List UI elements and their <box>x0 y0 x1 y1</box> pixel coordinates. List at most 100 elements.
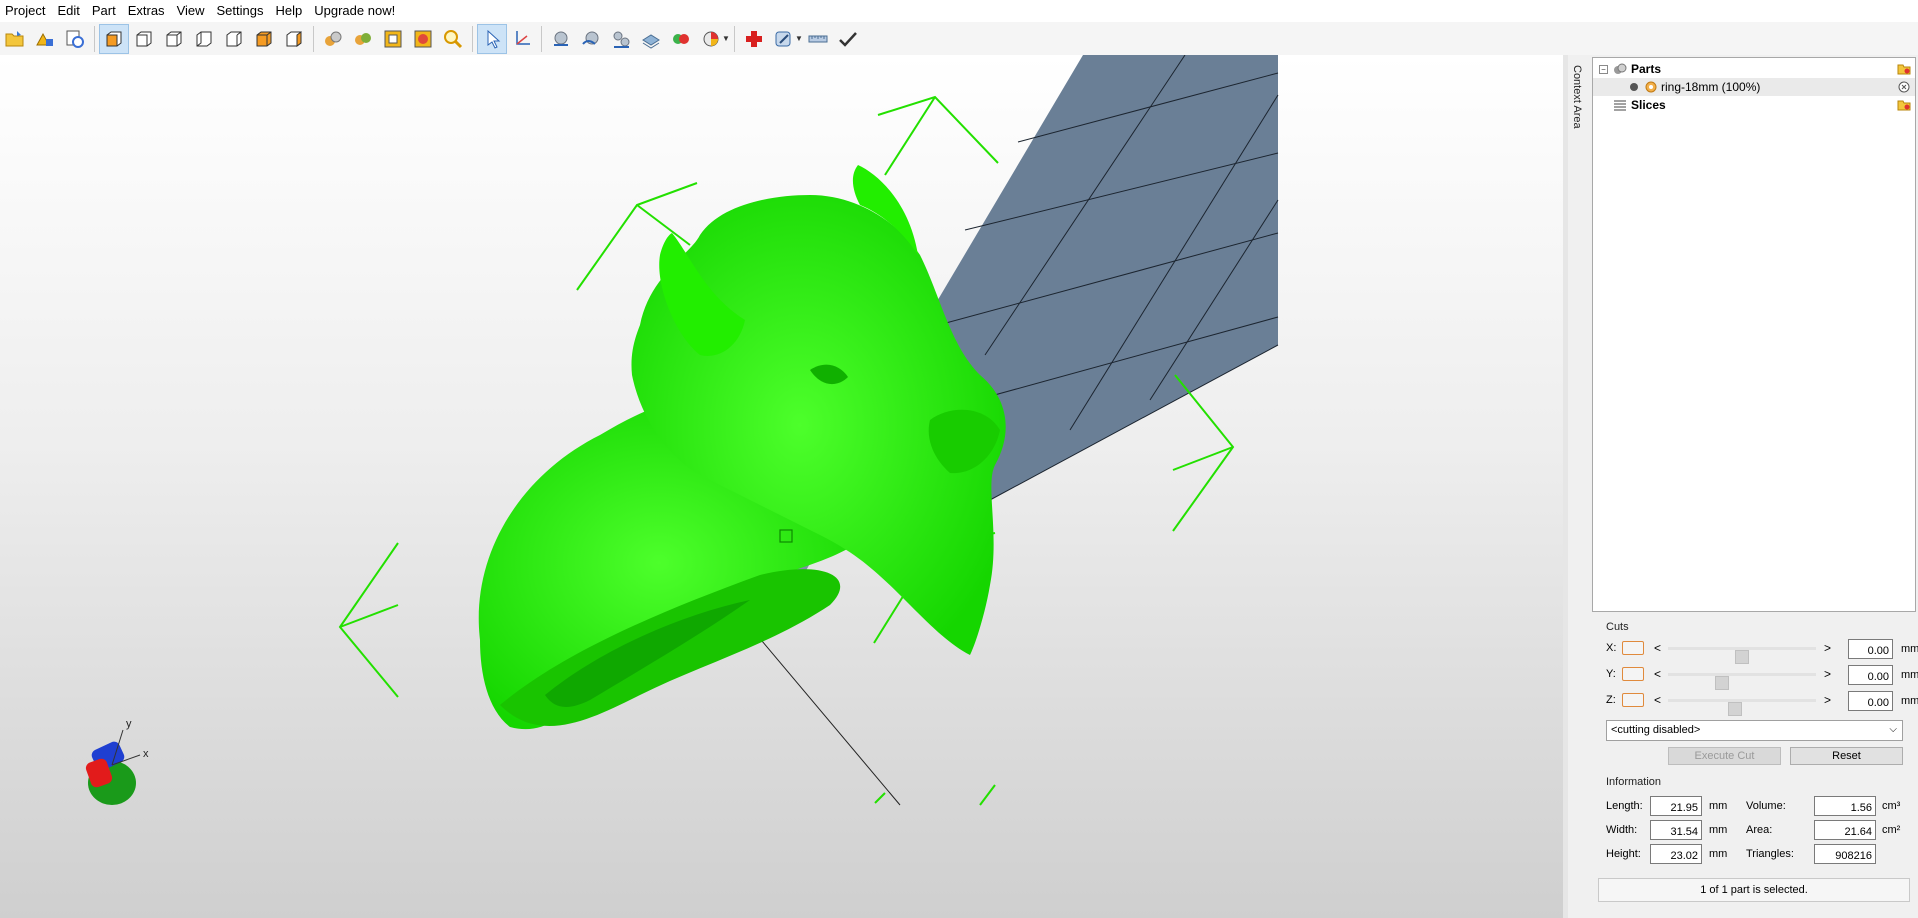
menu-extras[interactable]: Extras <box>122 0 171 22</box>
measure-button[interactable] <box>606 24 636 54</box>
add-part-icon <box>36 32 53 46</box>
volume-field[interactable] <box>1814 796 1876 816</box>
reset-button[interactable]: Reset <box>1790 747 1903 765</box>
cut-x-increase[interactable]: > <box>1824 641 1831 655</box>
add-part-button[interactable] <box>30 24 60 54</box>
cut-mode-value: <cutting disabled> <box>1611 724 1701 736</box>
checkmark-button[interactable] <box>833 24 863 54</box>
area-unit: cm² <box>1882 824 1901 836</box>
slider-handle[interactable] <box>1715 676 1729 690</box>
context-area-tab[interactable]: Context Area <box>1568 55 1591 918</box>
wizard-dropdown[interactable]: ▼ <box>795 24 803 54</box>
view-3d-button[interactable] <box>99 23 129 54</box>
part-sphere-button[interactable] <box>546 24 576 54</box>
cut-y-decrease[interactable]: < <box>1654 667 1661 681</box>
width-field[interactable] <box>1650 820 1702 840</box>
menu-project[interactable]: Project <box>0 0 51 22</box>
cut-x-toggle[interactable] <box>1622 641 1644 655</box>
cut-z-toggle[interactable] <box>1622 693 1644 707</box>
menu-view[interactable]: View <box>171 0 211 22</box>
zoom-button[interactable] <box>438 24 468 54</box>
fabbproject-icon <box>66 30 84 48</box>
cut-axis-label: X: <box>1606 642 1617 654</box>
information-title: Information <box>1606 776 1662 788</box>
mode-overlay-icon <box>414 30 432 47</box>
menu-settings[interactable]: Settings <box>211 0 270 22</box>
render-mode-button[interactable] <box>318 24 348 54</box>
cut-y-slider[interactable] <box>1668 673 1816 690</box>
cut-z-decrease[interactable]: < <box>1654 693 1661 707</box>
ruler-button[interactable] <box>803 24 833 54</box>
add-cross-button[interactable] <box>739 24 769 54</box>
view-front-button[interactable] <box>129 24 159 54</box>
view-back-button[interactable] <box>159 24 189 54</box>
length-field[interactable] <box>1650 796 1702 816</box>
layer-button[interactable] <box>636 24 666 54</box>
layer-icon <box>642 33 660 49</box>
select-tool-button[interactable] <box>477 23 507 54</box>
triangles-field[interactable] <box>1814 844 1876 864</box>
cut-z-slider[interactable] <box>1668 699 1816 716</box>
slices-folder-icon[interactable] <box>1897 99 1911 111</box>
volume-unit: cm³ <box>1882 800 1901 812</box>
view-left-button[interactable] <box>189 24 219 54</box>
move-axis-button[interactable] <box>507 24 537 54</box>
cut-y-increase[interactable]: > <box>1824 667 1831 681</box>
slider-handle[interactable] <box>1728 702 1742 716</box>
ring-mesh <box>478 165 1006 730</box>
menu-upgrade[interactable]: Upgrade now! <box>308 0 401 22</box>
cut-x-field[interactable] <box>1848 639 1893 659</box>
height-label: Height: <box>1606 848 1641 860</box>
mode-overlay-button[interactable] <box>408 24 438 54</box>
view-top-button[interactable] <box>249 24 279 54</box>
view-bottom-button[interactable] <box>279 24 309 54</box>
cut-y-toggle[interactable] <box>1622 667 1644 681</box>
tree-slices-row[interactable]: Slices <box>1593 96 1915 114</box>
open-project-button[interactable] <box>0 24 30 54</box>
cut-row-x: X: < > mm <box>1606 639 1918 664</box>
slices-icon <box>1614 100 1626 111</box>
visibility-eye-icon[interactable] <box>1645 81 1657 93</box>
cut-y-field[interactable] <box>1848 665 1893 685</box>
selection-status: 1 of 1 part is selected. <box>1598 878 1910 902</box>
cut-z-field[interactable] <box>1848 691 1893 711</box>
tree-part-row[interactable]: ring-18mm (100%) <box>1593 78 1915 96</box>
select-arrow-icon <box>487 29 501 49</box>
cut-mode-select[interactable]: <cutting disabled> ⌵ <box>1606 720 1903 741</box>
parts-folder-icon[interactable] <box>1897 63 1911 75</box>
rotate-sphere-button[interactable] <box>576 24 606 54</box>
height-field[interactable] <box>1650 844 1702 864</box>
context-area-label: Context Area <box>1571 65 1583 129</box>
cut-x-decrease[interactable]: < <box>1654 641 1661 655</box>
height-unit: mm <box>1709 848 1728 860</box>
tree-parts-label: Parts <box>1631 62 1662 76</box>
toolbar-separator <box>313 25 314 52</box>
remove-part-icon[interactable] <box>1897 81 1911 93</box>
collapse-parts-icon[interactable]: − <box>1599 65 1608 74</box>
shaded-mode-button[interactable] <box>348 24 378 54</box>
cuts-title: Cuts <box>1606 621 1629 633</box>
menu-part[interactable]: Part <box>86 0 122 22</box>
cut-y-unit: mm <box>1901 669 1918 681</box>
execute-cut-button[interactable]: Execute Cut <box>1668 747 1781 765</box>
3d-viewport[interactable]: x y <box>0 55 1563 918</box>
slider-handle[interactable] <box>1735 650 1749 664</box>
length-unit: mm <box>1709 800 1728 812</box>
menu-help[interactable]: Help <box>270 0 309 22</box>
fabbproject-button[interactable] <box>60 24 90 54</box>
part-tree: − Parts ring-18mm (100%) Slices <box>1592 57 1916 612</box>
parts-icon <box>1614 63 1627 74</box>
tree-parts-row[interactable]: − Parts <box>1593 60 1915 78</box>
cut-z-increase[interactable]: > <box>1824 693 1831 707</box>
wireframe-mode-button[interactable] <box>378 24 408 54</box>
right-panel: − Parts ring-18mm (100%) Slices Cuts X: … <box>1590 55 1918 918</box>
boolean-button[interactable] <box>666 24 696 54</box>
cut-x-slider[interactable] <box>1668 647 1816 664</box>
view-3d-icon <box>106 31 122 46</box>
viewport-scene: x y <box>85 55 1279 806</box>
area-field[interactable] <box>1814 820 1876 840</box>
pie-chart-dropdown[interactable]: ▼ <box>722 24 730 54</box>
view-right-icon <box>226 31 242 46</box>
view-right-button[interactable] <box>219 24 249 54</box>
menu-edit[interactable]: Edit <box>51 0 85 22</box>
